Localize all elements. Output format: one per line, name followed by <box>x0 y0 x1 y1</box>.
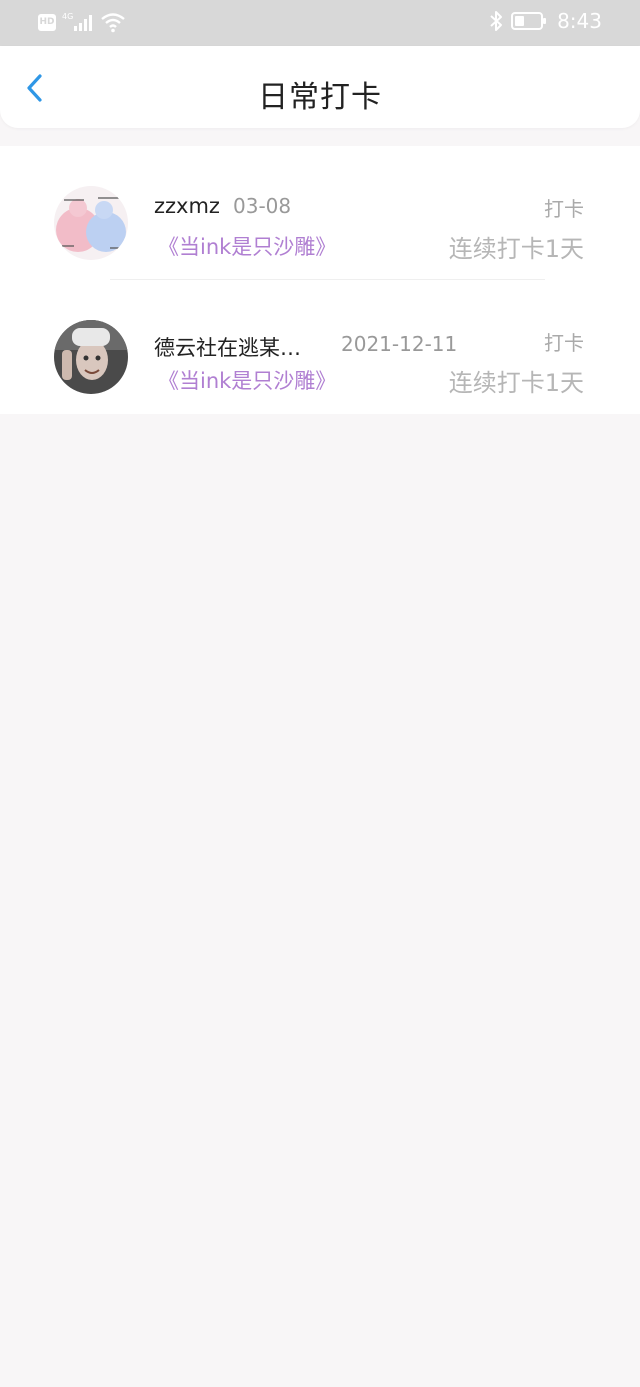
avatar[interactable] <box>54 186 128 260</box>
user-name[interactable]: 德云社在逃某… <box>154 332 301 362</box>
checkin-item[interactable]: 德云社在逃某… 2021-12-11 打卡 《当ink是只沙雕》 连续打卡1天 <box>0 280 640 414</box>
group-link[interactable]: 《当ink是只沙雕》 <box>158 231 336 261</box>
battery-icon <box>511 12 547 30</box>
status-left: HD 4G <box>38 11 126 33</box>
bluetooth-icon <box>490 11 503 31</box>
avatar-image <box>54 186 128 260</box>
wifi-icon <box>101 13 125 33</box>
streak-text: 连续打卡1天 <box>448 369 584 397</box>
user-name[interactable]: zzxmz <box>154 194 220 218</box>
status-right: 8:43 <box>489 9 602 33</box>
checkin-tag: 打卡 <box>544 331 584 355</box>
checkin-item[interactable]: zzxmz 03-08 打卡 《当ink是只沙雕》 连续打卡1天 <box>0 146 640 280</box>
avatar[interactable] <box>54 320 128 394</box>
status-time: 8:43 <box>557 9 602 33</box>
status-bar: HD 4G 8:43 <box>0 0 640 46</box>
checkin-date: 2021-12-11 <box>341 332 458 356</box>
group-link[interactable]: 《当ink是只沙雕》 <box>158 365 336 395</box>
avatar-image <box>54 320 128 394</box>
header: 日常打卡 <box>0 46 640 128</box>
checkin-date: 03-08 <box>233 194 292 218</box>
streak-text: 连续打卡1天 <box>448 235 584 263</box>
checkin-list: zzxmz 03-08 打卡 《当ink是只沙雕》 连续打卡1天 德云社在逃某…… <box>0 146 640 414</box>
svg-text:4G: 4G <box>62 12 73 21</box>
page-title: 日常打卡 <box>258 80 382 115</box>
checkin-tag: 打卡 <box>544 197 584 221</box>
signal-icon: 4G <box>62 12 92 31</box>
hd-icon: HD <box>38 13 56 31</box>
